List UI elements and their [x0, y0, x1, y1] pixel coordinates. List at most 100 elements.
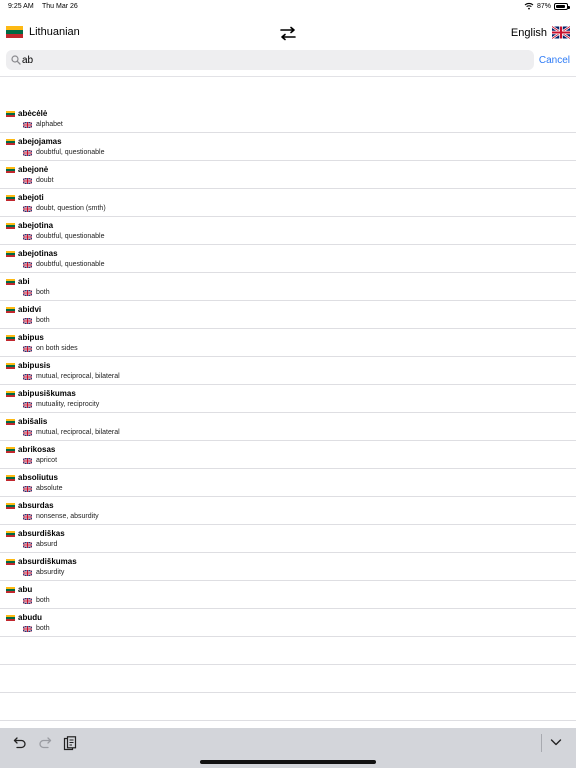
undo-icon[interactable]	[13, 736, 27, 750]
lithuania-flag-icon	[6, 250, 15, 257]
lithuania-flag-icon	[6, 390, 15, 397]
empty-row	[0, 693, 576, 721]
uk-flag-icon	[23, 121, 32, 128]
uk-flag-icon	[23, 317, 32, 324]
list-item[interactable]: abidvi both	[0, 301, 576, 329]
entry-term-text: absurdiškumas	[18, 557, 77, 566]
empty-row	[0, 637, 576, 665]
list-item[interactable]: abišalis mutual, reciprocal, bilateral	[0, 413, 576, 441]
list-item[interactable]: abipusiškumas mutuality, reciprocity	[0, 385, 576, 413]
entry-translation-text: mutual, reciprocal, bilateral	[36, 373, 120, 380]
entry-translation-text: nonsense, absurdity	[36, 513, 99, 520]
entry-term: abudu	[6, 613, 42, 622]
search-row: Cancel	[0, 48, 576, 77]
list-item[interactable]: abejotinas doubtful, questionable	[0, 245, 576, 273]
list-item[interactable]: abejojamas doubtful, questionable	[0, 133, 576, 161]
entry-term: abipusis	[6, 361, 50, 370]
entry-term: abejotina	[6, 221, 53, 230]
uk-flag-icon	[552, 26, 570, 39]
entry-term: abišalis	[6, 417, 47, 426]
entry-translation: absurd	[23, 541, 57, 548]
list-item[interactable]: absurdiškas absurd	[0, 525, 576, 553]
lithuania-flag-icon	[6, 614, 15, 621]
list-item[interactable]: abejotina doubtful, questionable	[0, 217, 576, 245]
entry-translation: apricot	[23, 457, 57, 464]
entry-term: abidvi	[6, 305, 41, 314]
uk-flag-icon	[23, 569, 32, 576]
entry-translation: absurdity	[23, 569, 64, 576]
entry-term-text: absurdiškas	[18, 529, 65, 538]
list-item[interactable]: abejonė doubt	[0, 161, 576, 189]
uk-flag-icon	[23, 205, 32, 212]
list-item[interactable]: abrikosas apricot	[0, 441, 576, 469]
list-item[interactable]: absurdas nonsense, absurdity	[0, 497, 576, 525]
entry-translation: alphabet	[23, 121, 63, 128]
entry-translation-text: both	[36, 317, 50, 324]
entry-translation: doubtful, questionable	[23, 149, 105, 156]
list-item[interactable]: abipus on both sides	[0, 329, 576, 357]
entry-translation-text: doubt	[36, 177, 54, 184]
entry-translation-text: both	[36, 625, 50, 632]
entry-term-text: abu	[18, 585, 33, 594]
battery-icon	[554, 2, 570, 10]
entry-translation: both	[23, 317, 50, 324]
swap-arrows-icon[interactable]	[278, 26, 298, 42]
list-item[interactable]: abejoti doubt, question (smth)	[0, 189, 576, 217]
wifi-icon	[524, 2, 534, 10]
list-item[interactable]: abi both	[0, 273, 576, 301]
entry-term: absurdiškas	[6, 529, 65, 538]
entry-term: absurdiškumas	[6, 557, 77, 566]
entry-term-text: abi	[18, 277, 30, 286]
search-field[interactable]	[6, 50, 534, 70]
entry-term-text: abejonė	[18, 165, 49, 174]
list-item[interactable]: abipusis mutual, reciprocal, bilateral	[0, 357, 576, 385]
entry-term-text: abejojamas	[18, 137, 62, 146]
list-item[interactable]: abėcėlė alphabet	[0, 105, 576, 133]
clipboard-icon[interactable]	[63, 736, 77, 751]
battery-fill	[556, 4, 565, 8]
entry-term: abejotinas	[6, 249, 58, 258]
cancel-button[interactable]: Cancel	[539, 55, 570, 66]
entry-term-text: abišalis	[18, 417, 48, 426]
target-language-button[interactable]: English	[511, 26, 570, 39]
uk-flag-icon	[23, 233, 32, 240]
uk-flag-icon	[23, 485, 32, 492]
chevron-down-icon[interactable]	[550, 738, 562, 747]
status-date: Thu Mar 26	[42, 3, 78, 10]
entry-translation-text: both	[36, 289, 50, 296]
entry-term: abejoti	[6, 193, 44, 202]
entry-translation-text: doubtful, questionable	[36, 149, 105, 156]
entry-term: absurdas	[6, 501, 54, 510]
entry-translation-text: absurd	[36, 541, 58, 548]
lithuania-flag-icon	[6, 138, 15, 145]
list-item[interactable]: abudu both	[0, 609, 576, 637]
entry-translation-text: doubtful, questionable	[36, 233, 105, 240]
uk-flag-icon	[23, 457, 32, 464]
entry-term: abipusiškumas	[6, 389, 76, 398]
entry-term: abejonė	[6, 165, 48, 174]
uk-flag-icon	[23, 289, 32, 296]
source-language-button[interactable]: Lithuanian	[6, 26, 80, 38]
uk-flag-icon	[23, 149, 32, 156]
entry-translation: both	[23, 289, 50, 296]
list-item[interactable]: abu both	[0, 581, 576, 609]
list-item[interactable]: absoliutus absolute	[0, 469, 576, 497]
redo-icon[interactable]	[38, 736, 52, 750]
lithuania-flag-icon	[6, 530, 15, 537]
entry-translation: both	[23, 597, 50, 604]
battery-percent: 87%	[536, 2, 551, 10]
entry-term: abrikosas	[6, 445, 55, 454]
lithuania-flag-icon	[6, 334, 15, 341]
entry-term-text: absoliutus	[18, 473, 59, 482]
entry-translation: doubt, question (smth)	[23, 205, 106, 212]
uk-flag-icon	[23, 261, 32, 268]
uk-flag-icon	[23, 541, 32, 548]
list-item[interactable]: absurdiškumas absurdity	[0, 553, 576, 581]
entry-translation: both	[23, 625, 50, 632]
lithuania-flag-icon	[6, 110, 15, 117]
entry-term-text: abipusiškumas	[18, 389, 76, 398]
entry-translation-text: mutuality, reciprocity	[36, 401, 100, 408]
entry-term: abejojamas	[6, 137, 62, 146]
search-input[interactable]	[22, 51, 522, 69]
uk-flag-icon	[23, 429, 32, 436]
